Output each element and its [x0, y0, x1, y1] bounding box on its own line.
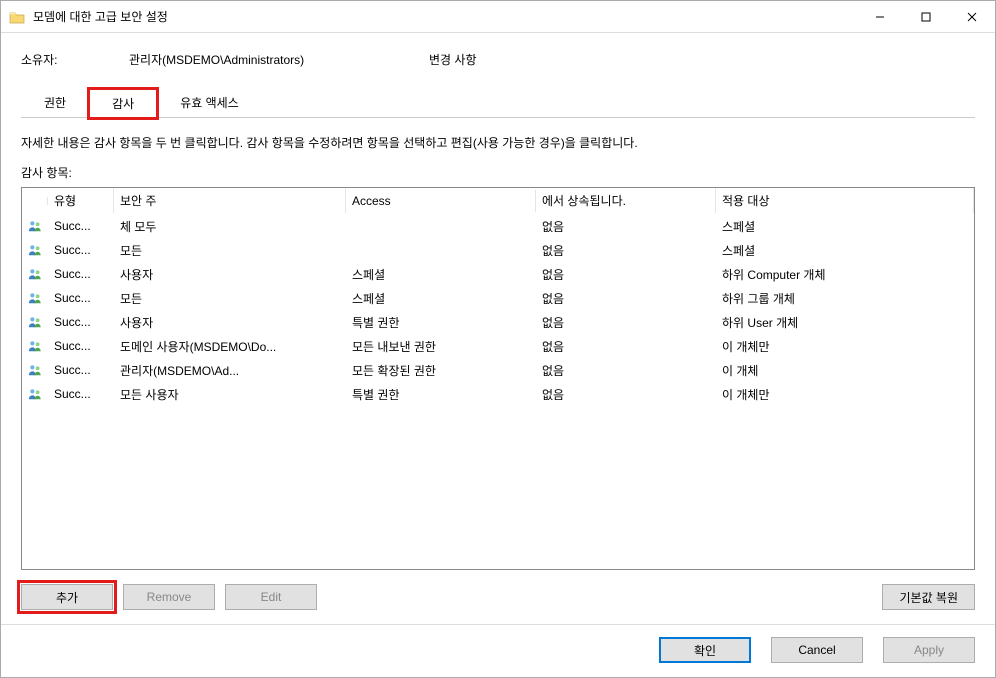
cell-type: Succ... — [48, 315, 114, 329]
window-title: 모뎀에 대한 고급 보안 설정 — [33, 8, 857, 25]
cell-type: Succ... — [48, 291, 114, 305]
description-text: 자세한 내용은 감사 항목을 두 번 클릭합니다. 감사 항목을 수정하려면 항… — [21, 134, 975, 152]
table-row[interactable]: Succ...모든스페셜없음하위 그룹 개체 — [22, 286, 974, 310]
cell-principal: 체 모두 — [114, 218, 346, 235]
cell-access: 특별 권한 — [346, 386, 536, 403]
grid-header: 유형 보안 주 Access 에서 상속됩니다. 적용 대상 — [22, 188, 974, 214]
cell-inherit: 없음 — [536, 314, 716, 331]
people-icon — [22, 267, 48, 281]
table-row[interactable]: Succ...체 모두 없음스페셜 — [22, 214, 974, 238]
table-row[interactable]: Succ...관리자(MSDEMO\Ad...모든 확장된 권한없음 이 개체 — [22, 358, 974, 382]
close-button[interactable] — [949, 1, 995, 32]
people-icon — [22, 315, 48, 329]
cell-access: 스페셜 — [346, 266, 536, 283]
cell-inherit: 없음 — [536, 386, 716, 403]
owner-change-link[interactable]: 변경 사항 — [429, 51, 477, 68]
maximize-button[interactable] — [903, 1, 949, 32]
cell-type: Succ... — [48, 363, 114, 377]
people-icon — [22, 243, 48, 257]
cell-access: 스페셜 — [346, 290, 536, 307]
folder-icon — [9, 10, 25, 24]
cell-inherit: 없음 — [536, 362, 716, 379]
cell-principal: 모든 — [114, 290, 346, 307]
cell-applies: 이 개체만 — [716, 338, 974, 355]
cell-inherit: 없음 — [536, 338, 716, 355]
cell-principal: 모든 — [114, 242, 346, 259]
table-row[interactable]: Succ...모든 사용자특별 권한없음이 개체만 — [22, 382, 974, 406]
col-access[interactable]: Access — [346, 190, 536, 212]
table-row[interactable]: Succ...도메인 사용자(MSDEMO\Do...모든 내보낸 권한없음 이… — [22, 334, 974, 358]
tab-bar: 권한 감사 유효 액세스 — [21, 88, 975, 118]
cell-type: Succ... — [48, 339, 114, 353]
cell-applies: 하위 Computer 개체 — [716, 266, 974, 283]
dialog-footer: 확인 Cancel Apply — [1, 624, 995, 677]
tab-audit[interactable]: 감사 — [89, 89, 157, 118]
restore-defaults-button[interactable]: 기본값 복원 — [882, 584, 975, 610]
col-inherit[interactable]: 에서 상속됩니다. — [536, 188, 716, 213]
cell-type: Succ... — [48, 243, 114, 257]
table-row[interactable]: Succ...모든 없음스페셜 — [22, 238, 974, 262]
people-icon — [22, 387, 48, 401]
cell-access: 특별 권한 — [346, 314, 536, 331]
cell-principal: 사용자 — [114, 266, 346, 283]
apply-button[interactable]: Apply — [883, 637, 975, 663]
owner-value: 관리자(MSDEMO\Administrators) — [129, 51, 429, 68]
cell-principal: 관리자(MSDEMO\Ad... — [114, 362, 346, 379]
people-icon — [22, 363, 48, 377]
cell-applies: 스페셜 — [716, 218, 974, 235]
people-icon — [22, 339, 48, 353]
cell-access: 모든 확장된 권한 — [346, 362, 536, 379]
cell-principal: 모든 사용자 — [114, 386, 346, 403]
table-row[interactable]: Succ...사용자특별 권한없음하위 User 개체 — [22, 310, 974, 334]
cell-applies: 스페셜 — [716, 242, 974, 259]
cell-inherit: 없음 — [536, 266, 716, 283]
owner-label: 소유자: — [21, 51, 129, 68]
col-applies[interactable]: 적용 대상 — [716, 188, 974, 213]
cell-inherit: 없음 — [536, 242, 716, 259]
table-row[interactable]: Succ...사용자스페셜없음하위 Computer 개체 — [22, 262, 974, 286]
security-settings-window: 모뎀에 대한 고급 보안 설정 소유자: 관리자(MSDEMO\Administ… — [0, 0, 996, 678]
cell-applies: 이 개체 — [716, 362, 974, 379]
remove-button[interactable]: Remove — [123, 584, 215, 610]
cell-applies: 이 개체만 — [716, 386, 974, 403]
cell-type: Succ... — [48, 387, 114, 401]
action-row: 추가 Remove Edit 기본값 복원 — [21, 584, 975, 610]
cell-access: 모든 내보낸 권한 — [346, 338, 536, 355]
cell-inherit: 없음 — [536, 290, 716, 307]
cell-applies: 하위 User 개체 — [716, 314, 974, 331]
ok-button[interactable]: 확인 — [659, 637, 751, 663]
cell-inherit: 없음 — [536, 218, 716, 235]
titlebar: 모뎀에 대한 고급 보안 설정 — [1, 1, 995, 33]
audit-entries-grid[interactable]: 유형 보안 주 Access 에서 상속됩니다. 적용 대상 Succ...체 … — [21, 187, 975, 570]
audit-entries-label: 감사 항목: — [21, 164, 975, 181]
col-principal[interactable]: 보안 주 — [114, 188, 346, 213]
tab-effective-access[interactable]: 유효 액세스 — [157, 88, 262, 117]
cell-applies: 하위 그룹 개체 — [716, 290, 974, 307]
tab-permissions[interactable]: 권한 — [21, 88, 89, 117]
people-icon — [22, 291, 48, 305]
cell-type: Succ... — [48, 267, 114, 281]
people-icon — [22, 219, 48, 233]
edit-button[interactable]: Edit — [225, 584, 317, 610]
cell-principal: 도메인 사용자(MSDEMO\Do... — [114, 338, 346, 355]
add-button[interactable]: 추가 — [21, 584, 113, 610]
col-type[interactable]: 유형 — [48, 188, 114, 213]
cell-principal: 사용자 — [114, 314, 346, 331]
minimize-button[interactable] — [857, 1, 903, 32]
cell-type: Succ... — [48, 219, 114, 233]
cancel-button[interactable]: Cancel — [771, 637, 863, 663]
owner-row: 소유자: 관리자(MSDEMO\Administrators) 변경 사항 — [21, 51, 975, 68]
